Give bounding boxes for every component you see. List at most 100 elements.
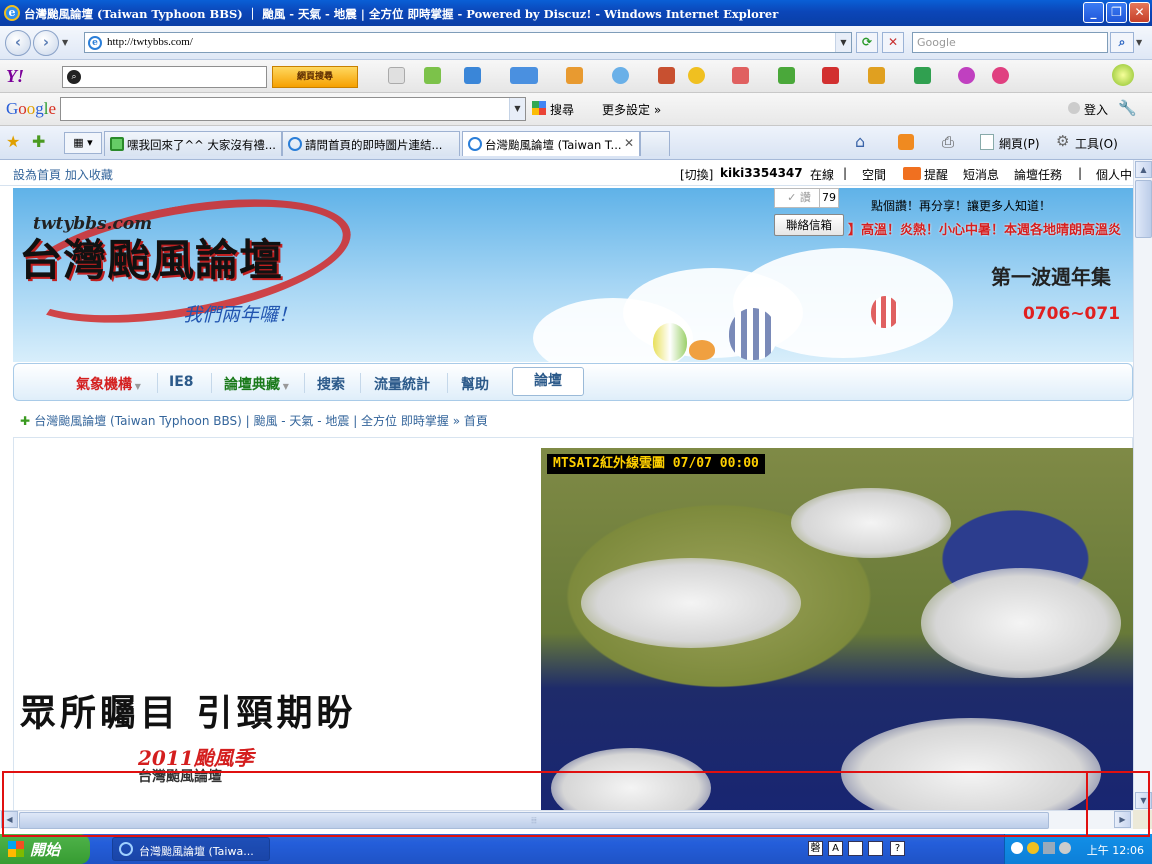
vertical-scrollbar[interactable]: ▲ ▼ xyxy=(1133,160,1152,810)
toolbar-video-icon[interactable] xyxy=(822,67,839,84)
nav-collection[interactable]: 論壇典藏 ▼ xyxy=(224,374,289,394)
refresh-button[interactable]: ⟳ xyxy=(856,32,878,53)
breadcrumb-home[interactable]: 首頁 xyxy=(464,414,488,428)
google-toolbar: Google ▼ 搜尋 更多設定 » 登入 🔧 xyxy=(0,93,1152,126)
toolbar-news-icon[interactable] xyxy=(464,67,481,84)
toolbar-shopping-icon[interactable] xyxy=(868,67,885,84)
maximize-button[interactable]: ❐ xyxy=(1106,2,1127,23)
vertical-scroll-thumb[interactable] xyxy=(1135,180,1152,238)
personal-center-link[interactable]: 個人中 xyxy=(1096,166,1132,183)
google-search-button[interactable]: 搜尋 xyxy=(550,101,574,118)
google-signin[interactable]: 登入 xyxy=(1084,101,1108,118)
print-icon[interactable]: ⎙ xyxy=(942,133,954,151)
page-viewport[interactable]: 設為首頁 加入收藏 [切換] kiki3354347 在線 | 空間 提醒 短消… xyxy=(0,160,1133,810)
nav-help[interactable]: 幫助 xyxy=(461,374,489,394)
scroll-up-icon[interactable]: ▲ xyxy=(1135,161,1152,178)
toolbar-brush-icon[interactable] xyxy=(388,67,405,84)
toolbar-answers-icon[interactable] xyxy=(612,67,629,84)
tasks-link[interactable]: 論壇任務 xyxy=(1014,166,1062,183)
close-button[interactable]: ✕ xyxy=(1129,2,1150,23)
google-more-settings[interactable]: 更多設定 » xyxy=(602,101,661,118)
username-link[interactable]: kiki3354347 xyxy=(720,166,803,180)
nav-search[interactable]: 搜索 xyxy=(317,374,345,394)
set-home-link[interactable]: 設為首頁 xyxy=(13,168,61,182)
tab-2[interactable]: 請問首頁的即時圖片連結... xyxy=(282,131,460,156)
horizontal-scroll-thumb[interactable]: ⦙⦙⦙ xyxy=(19,812,1049,829)
nav-weather-agencies[interactable]: 氣象機構 ▼ xyxy=(76,374,141,394)
nav-divider xyxy=(157,373,158,393)
ime-keyboard-icon[interactable] xyxy=(868,841,883,856)
quick-tabs-button[interactable]: ▦ ▾ xyxy=(64,132,102,154)
add-favorite-icon[interactable]: ✚ xyxy=(32,132,45,151)
tray-network-icon[interactable] xyxy=(1043,842,1055,854)
satellite-cloud-image[interactable]: MTSAT2紅外線雲圖 07/07 00:00 xyxy=(541,448,1133,810)
yahoo-search-button[interactable]: 網頁搜尋 xyxy=(272,66,358,88)
user-switch[interactable]: [切換] xyxy=(680,166,713,183)
toolbar-chat-icon[interactable] xyxy=(992,67,1009,84)
site-logo[interactable]: 台灣颱風論壇 xyxy=(19,226,283,288)
ime-fullwidth-icon[interactable] xyxy=(848,841,863,856)
tray-expand-icon[interactable] xyxy=(1011,842,1023,854)
search-options-icon[interactable]: ▼ xyxy=(1136,38,1142,47)
toolbar-calendar-icon[interactable] xyxy=(732,67,749,84)
minimize-button[interactable]: _ xyxy=(1083,2,1104,23)
yahoo-logo[interactable]: Y! xyxy=(6,66,24,87)
google-dropdown-icon[interactable]: ▼ xyxy=(509,98,525,120)
tools-menu[interactable]: 工具(O) xyxy=(1075,135,1118,152)
address-input[interactable]: e http://twtybbs.com/ ▼ xyxy=(84,32,852,53)
anniversary-promo-title[interactable]: 第一波週年集 xyxy=(991,261,1111,290)
toolbar-messenger-icon[interactable] xyxy=(566,67,583,84)
toolbar-widgets-icon[interactable] xyxy=(778,67,795,84)
toolbar-settings-icon[interactable] xyxy=(1112,64,1134,86)
cloud xyxy=(551,748,711,810)
toolbar-heart-icon[interactable] xyxy=(958,67,975,84)
yahoo-search-input[interactable]: ⌕ xyxy=(62,66,267,88)
ime-help-icon[interactable]: ? xyxy=(890,841,905,856)
home-icon[interactable]: ⌂ xyxy=(855,132,865,151)
google-search-input[interactable]: ▼ xyxy=(60,97,526,121)
toolbar-mail-icon[interactable] xyxy=(510,67,538,84)
taskbar-window-button[interactable]: 台灣颱風論壇 (Taiwa... xyxy=(112,837,270,861)
window-titlebar[interactable]: e 台灣颱風論壇 (Taiwan Typhoon BBS) ｜ 颱風 - 天氣 … xyxy=(0,0,1152,26)
forward-button[interactable]: › xyxy=(33,30,59,56)
tab-close-icon[interactable]: ✕ xyxy=(624,136,634,150)
toolbar-smiley-icon[interactable] xyxy=(688,67,705,84)
google-logo[interactable]: Google xyxy=(6,99,56,119)
breadcrumb-site-link[interactable]: 台灣颱風論壇 (Taiwan Typhoon BBS) | 颱風 - 天氣 - … xyxy=(34,414,449,428)
tray-messenger-icon[interactable] xyxy=(1027,842,1039,854)
contact-mail-button[interactable]: 聯絡信箱 xyxy=(774,214,844,236)
nav-traffic-stats[interactable]: 流量統計 xyxy=(374,374,430,394)
like-button[interactable]: ✓ 讚 xyxy=(774,188,824,208)
tab-3-active[interactable]: 台灣颱風論壇 (Taiwan T... ✕ xyxy=(462,131,640,156)
page-menu[interactable]: 網頁(P) xyxy=(999,135,1040,152)
stop-button[interactable]: ✕ xyxy=(882,32,904,53)
ime-alpha[interactable]: A xyxy=(828,841,843,856)
balloon-image xyxy=(653,323,687,361)
horizontal-scrollbar[interactable]: ◀ ⦙⦙⦙ ▶ xyxy=(0,810,1133,829)
search-icon[interactable]: ⌕ xyxy=(1110,32,1134,53)
bookmark-link[interactable]: 加入收藏 xyxy=(65,168,113,182)
marquee-news[interactable]: 】高溫！炎熱！小心中暑！本週各地晴朗高溫炎 xyxy=(848,219,1121,238)
tray-volume-icon[interactable] xyxy=(1059,842,1071,854)
nav-ie8[interactable]: IE8 xyxy=(169,374,194,390)
favorites-star-icon[interactable]: ★ xyxy=(6,132,20,151)
history-dropdown-icon[interactable]: ▼ xyxy=(62,38,68,47)
remind-link[interactable]: 提醒 xyxy=(924,166,948,183)
start-button[interactable]: 開始 xyxy=(0,834,90,864)
toolbar-games-icon[interactable] xyxy=(658,67,675,84)
address-dropdown-icon[interactable]: ▼ xyxy=(835,33,851,52)
space-link[interactable]: 空間 xyxy=(862,166,886,183)
search-input[interactable]: Google xyxy=(912,32,1108,53)
toolbar-bookmark-icon[interactable] xyxy=(424,67,441,84)
toolbar-flag-icon[interactable] xyxy=(914,67,931,84)
back-button[interactable]: ‹ xyxy=(5,30,31,56)
wrench-icon[interactable]: 🔧 xyxy=(1118,99,1137,117)
new-tab-button[interactable] xyxy=(640,131,670,156)
ime-mode[interactable]: 磬 xyxy=(808,841,823,856)
nav-forum[interactable]: 論壇 xyxy=(512,367,584,396)
clock[interactable]: 上午 12:06 xyxy=(1087,842,1144,858)
tab-1[interactable]: 嘿我回來了^^ 大家沒有禮... xyxy=(104,131,282,156)
messages-link[interactable]: 短消息 xyxy=(963,166,999,183)
feeds-icon[interactable] xyxy=(898,134,914,150)
scroll-left-icon[interactable]: ◀ xyxy=(1,811,18,828)
